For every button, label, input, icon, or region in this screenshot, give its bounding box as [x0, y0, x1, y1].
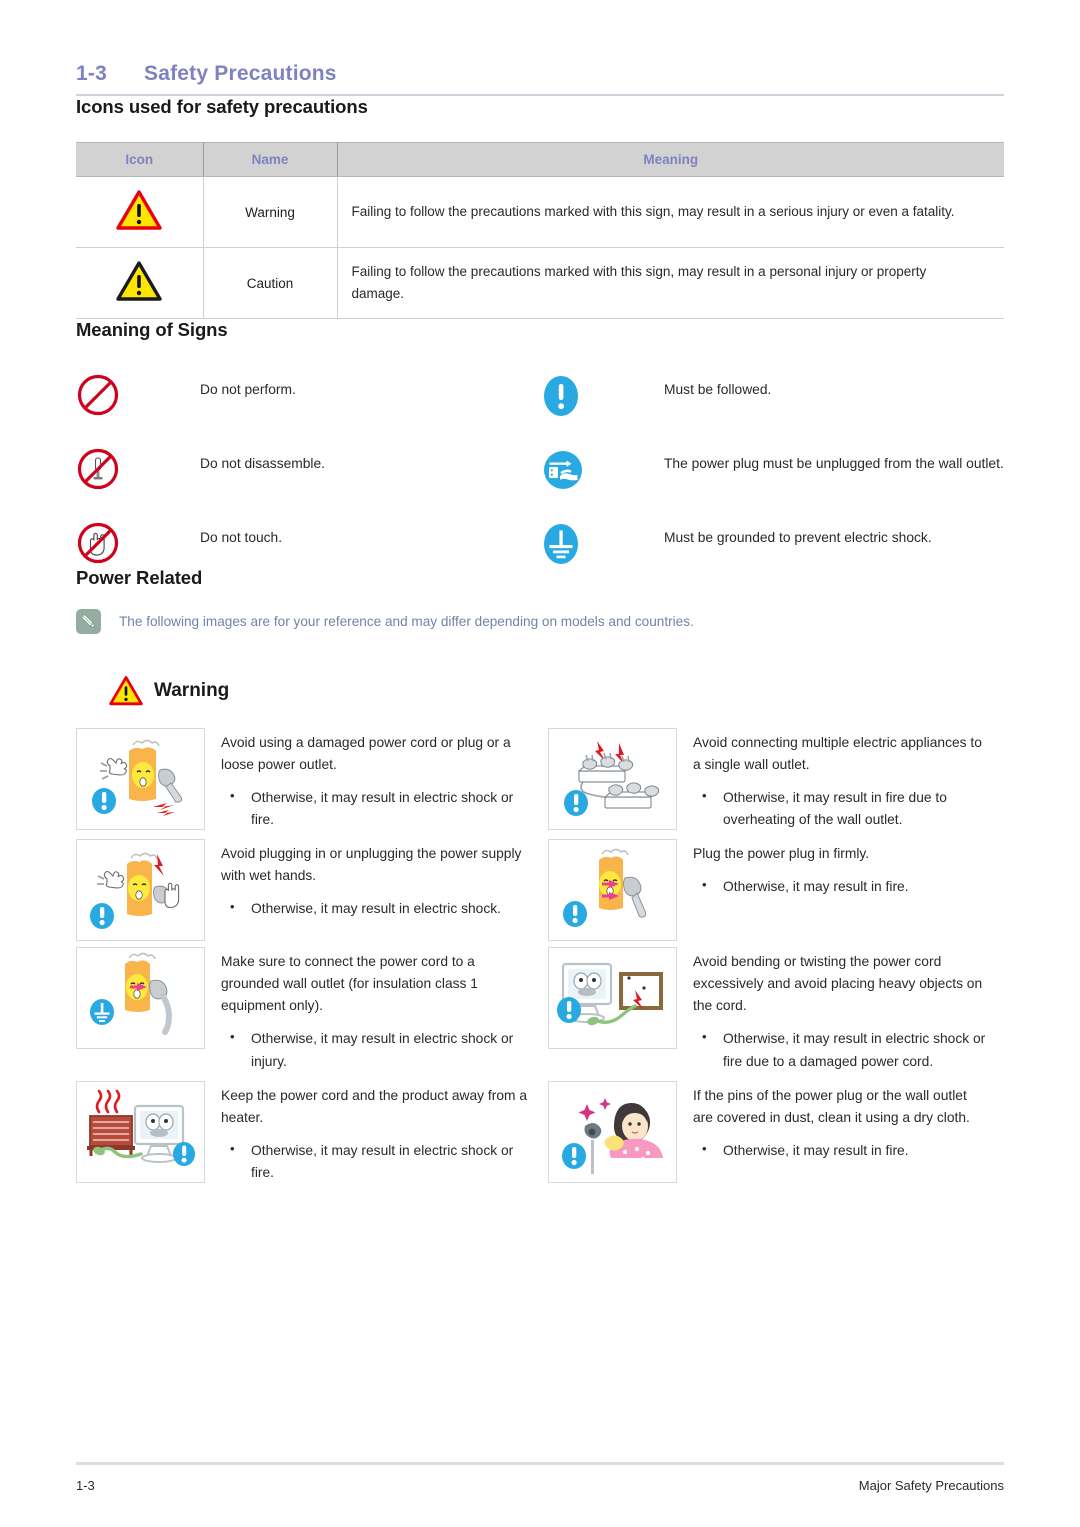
- cell-icon: [76, 247, 204, 319]
- section-heading-icons-used: Icons used for safety precautions: [76, 96, 368, 117]
- warning-item-title: Keep the power cord and the product away…: [221, 1087, 528, 1125]
- document-page: 1-3 Safety Precautions Icons used for sa…: [0, 0, 1080, 1527]
- note-text: The following images are for your refere…: [119, 614, 694, 629]
- cell-name: Caution: [203, 247, 338, 319]
- section-heading-meaning-of-signs: Meaning of Signs: [76, 319, 228, 340]
- warning-bullet: Otherwise, it may result in fire.: [693, 875, 986, 898]
- table-row: Warning Failing to follow the precaution…: [76, 176, 1004, 248]
- chapter-heading: 1-3 Safety Precautions: [76, 0, 1004, 86]
- section-heading-power-related: Power Related: [76, 567, 203, 588]
- warning-bullet: Otherwise, it may result in electric sho…: [221, 1027, 530, 1072]
- warning-item-bullets: Otherwise, it may result in fire.: [693, 875, 986, 898]
- warning-item-bullets: Otherwise, it may result in electric sho…: [221, 1027, 530, 1072]
- warning-item-text: Avoid plugging in or unplugging the powe…: [208, 839, 548, 922]
- unplug-power-icon: [540, 445, 664, 493]
- bent-cord-heavy-object-illustration: [548, 947, 677, 1050]
- wet-hands-plug-illustration: [76, 839, 205, 942]
- cell-name: Warning: [203, 176, 338, 248]
- warning-item-bullets: Otherwise, it may result in fire.: [693, 1139, 986, 1162]
- footer-row: 1-3 Major Safety Precautions: [76, 1478, 1004, 1493]
- warning-item-text: Avoid using a damaged power cord or plug…: [208, 728, 548, 833]
- footer-section-name: Major Safety Precautions: [858, 1478, 1004, 1493]
- sign-label: Must be grounded to prevent electric sho…: [664, 530, 932, 545]
- warning-item-bullets: Otherwise, it may result in electric sho…: [693, 1027, 986, 1072]
- warning-banner-label: Warning: [154, 680, 230, 701]
- warning-triangle-red-icon: [116, 190, 162, 231]
- column-header-icon: Icon: [76, 142, 204, 177]
- chapter-number: 1-3: [76, 62, 107, 85]
- sign-label: Do not disassemble.: [200, 456, 326, 471]
- grounded-outlet-illustration: [76, 947, 205, 1050]
- warning-item-title: Make sure to connect the power cord to a…: [221, 954, 478, 1014]
- warning-bullet: Otherwise, it may result in electric sho…: [221, 1139, 530, 1184]
- sign-label: Do not touch.: [200, 530, 283, 545]
- warning-bullet: Otherwise, it may result in electric sho…: [221, 786, 530, 831]
- warning-item-text: Avoid bending or twisting the power cord…: [680, 947, 1004, 1074]
- footer-page-number: 1-3: [76, 1478, 95, 1493]
- warning-item-bullets: Otherwise, it may result in electric sho…: [221, 786, 530, 831]
- pencil-note-icon: [76, 609, 101, 634]
- sign-label: Must be followed.: [664, 382, 772, 397]
- column-header-name: Name: [203, 142, 338, 177]
- warning-item-title: Avoid plugging in or unplugging the powe…: [221, 846, 522, 884]
- warning-triangle-red-icon: [109, 676, 143, 706]
- warning-bullet: Otherwise, it may result in fire due to …: [693, 786, 986, 831]
- mandatory-exclamation-icon: [540, 371, 664, 419]
- column-header-meaning: Meaning: [337, 142, 1004, 177]
- page-title: Safety Precautions: [144, 62, 337, 85]
- warning-item-text: Make sure to connect the power cord to a…: [208, 947, 548, 1074]
- no-touch-hand-icon: [76, 519, 200, 565]
- no-disassemble-icon: [76, 445, 200, 491]
- page-footer: 1-3 Major Safety Precautions: [76, 1462, 1004, 1493]
- cell-meaning: Failing to follow the precautions marked…: [337, 176, 1004, 248]
- warning-item-title: Avoid using a damaged power cord or plug…: [221, 735, 511, 773]
- warning-item-bullets: Otherwise, it may result in fire due to …: [693, 786, 986, 831]
- warning-item-text: Avoid connecting multiple electric appli…: [680, 728, 1004, 833]
- icon-meaning-table: Icon Name Meaning Warning Failing to fol…: [76, 142, 1004, 319]
- warning-item-title: Avoid connecting multiple electric appli…: [693, 735, 982, 773]
- warning-item-title: Plug the power plug in firmly.: [693, 846, 870, 862]
- warning-item-text: Keep the power cord and the product away…: [208, 1081, 548, 1186]
- dusty-plug-cleaning-illustration: [548, 1080, 677, 1183]
- caution-triangle-black-icon: [116, 261, 162, 302]
- warning-bullet: Otherwise, it may result in electric sho…: [221, 897, 530, 920]
- table-header-row: Icon Name Meaning: [76, 142, 1004, 177]
- meaning-of-signs-grid: Do not perform. Must be followed. Do not: [76, 371, 1004, 567]
- warning-bullet: Otherwise, it may result in electric sho…: [693, 1027, 986, 1072]
- warning-item-title: Avoid bending or twisting the power cord…: [693, 954, 983, 1014]
- multiple-appliances-powerstrip-illustration: [548, 728, 677, 830]
- cell-icon: [76, 176, 204, 248]
- warning-item-text: Plug the power plug in firmly. Otherwise…: [680, 839, 1004, 900]
- damaged-plug-outlet-illustration: [76, 728, 205, 830]
- warning-item-text: If the pins of the power plug or the wal…: [680, 1081, 1004, 1164]
- grounding-icon: [540, 519, 664, 567]
- note-callout: The following images are for your refere…: [76, 609, 1004, 634]
- warning-item-bullets: Otherwise, it may result in electric sho…: [221, 897, 530, 920]
- warning-bullet: Otherwise, it may result in fire.: [693, 1139, 986, 1162]
- plug-firmly-illustration: [548, 839, 677, 942]
- sign-label: Do not perform.: [200, 382, 296, 397]
- heater-near-monitor-illustration: [76, 1080, 205, 1183]
- sign-label: The power plug must be unplugged from th…: [664, 456, 1004, 471]
- warning-item-title: If the pins of the power plug or the wal…: [693, 1087, 970, 1125]
- footer-divider: [76, 1462, 1004, 1465]
- warning-banner: Warning: [109, 676, 1004, 706]
- warning-item-bullets: Otherwise, it may result in electric sho…: [221, 1139, 530, 1184]
- table-row: Caution Failing to follow the precaution…: [76, 247, 1004, 319]
- cell-meaning: Failing to follow the precautions marked…: [337, 247, 1004, 319]
- warning-items-grid: Avoid using a damaged power cord or plug…: [76, 728, 1004, 1186]
- prohibition-circle-icon: [76, 371, 200, 417]
